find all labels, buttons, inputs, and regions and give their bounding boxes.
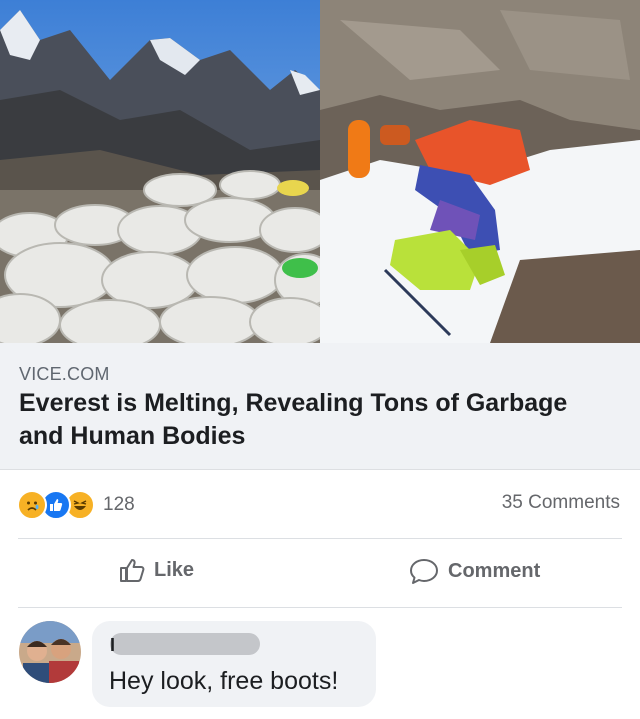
comments-count-link[interactable]: 35 Comments <box>502 492 620 514</box>
like-label: Like <box>154 558 195 581</box>
link-domain: VICE.COM <box>19 364 110 384</box>
link-preview[interactable]: VICE.COM Everest is Melting, Revealing T… <box>0 343 640 470</box>
post-stats: 128 35 Comments <box>0 470 640 538</box>
comment-bubble[interactable]: I Hey look, free boots! <box>92 621 376 707</box>
comment-label: Comment <box>448 559 541 582</box>
post-actions: Like Comment <box>0 539 640 607</box>
link-title[interactable]: Everest is Melting, Revealing Tons of Ga… <box>19 387 609 453</box>
link-preview-images[interactable] <box>0 0 640 343</box>
sad-emoji-icon <box>17 490 47 520</box>
comment-button[interactable]: Comment <box>408 557 540 585</box>
speech-bubble-icon <box>408 557 440 585</box>
climber-photo[interactable] <box>320 0 640 343</box>
comment-author[interactable]: I <box>110 635 115 656</box>
comment-text: Hey look, free boots! <box>109 667 339 695</box>
comment-list: I Hey look, free boots! <box>0 608 640 719</box>
garbage-photo[interactable] <box>0 0 320 343</box>
reaction-count[interactable]: 128 <box>103 494 135 516</box>
redacted-author-name <box>110 633 260 655</box>
thumbs-up-icon <box>118 557 146 583</box>
like-button[interactable]: Like <box>118 557 194 583</box>
avatar[interactable] <box>19 621 81 683</box>
reactions-summary[interactable]: 128 <box>17 490 135 520</box>
